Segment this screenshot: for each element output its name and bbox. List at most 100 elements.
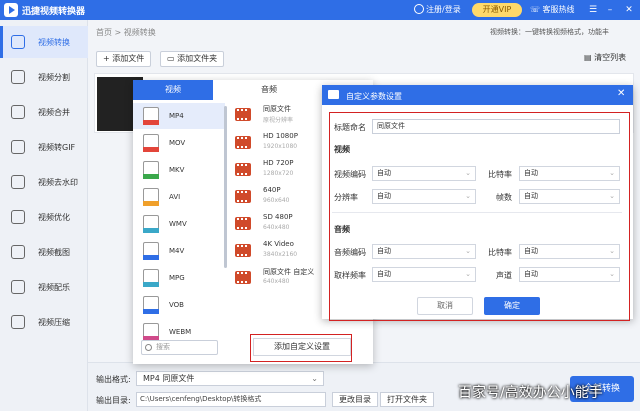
format-item-vob[interactable]: VOB <box>133 292 225 318</box>
format-search-input[interactable]: 搜索 <box>141 340 218 355</box>
output-dir-label: 输出目录: <box>96 396 131 405</box>
close-icon[interactable]: ✕ <box>617 89 625 99</box>
sidebar-item-label: 视频转GIF <box>38 143 76 152</box>
film-icon <box>235 190 251 203</box>
user-icon <box>414 4 424 14</box>
folder-icon: ▭ <box>167 54 178 63</box>
dialog-title: 自定义参数设置 <box>346 92 402 101</box>
file-format-icon <box>143 296 159 314</box>
quality-resolution: 640x480 <box>263 224 290 231</box>
close-icon[interactable]: ✕ <box>622 3 636 17</box>
add-file-button[interactable]: + 添加文件 <box>96 51 152 67</box>
clear-list-label: 清空列表 <box>594 53 627 62</box>
screenshot-icon <box>11 245 25 259</box>
file-format-icon <box>143 269 159 287</box>
breadcrumb-current: 视频转换 <box>123 28 156 37</box>
watermark-icon <box>11 175 25 189</box>
customer-service[interactable]: ☏ 客服热线 <box>530 4 575 15</box>
quality-name: SD 480P <box>263 213 293 221</box>
sidebar-item-screenshot[interactable]: 视频截图 <box>0 236 88 268</box>
format-name: WEBM <box>169 328 192 336</box>
tab-video[interactable]: 视频 <box>133 80 213 100</box>
dialog-header: 自定义参数设置 ✕ <box>322 85 633 105</box>
quality-name: HD 720P <box>263 159 294 167</box>
sidebar-item-merge[interactable]: 视频合并 <box>0 96 88 128</box>
quality-name: 4K Video <box>263 240 294 248</box>
output-dir-field[interactable]: C:\Users\cenfeng\Desktop\转换格式 <box>136 392 326 407</box>
file-format-icon <box>143 242 159 260</box>
output-format-select[interactable]: MP4 同原文件 ⌄ <box>136 371 324 386</box>
file-format-icon <box>143 215 159 233</box>
open-folder-button[interactable]: 打开文件夹 <box>380 392 434 407</box>
breadcrumb-home[interactable]: 首页 <box>96 28 112 37</box>
gif-icon <box>11 140 25 154</box>
format-item-m4v[interactable]: M4V <box>133 238 225 264</box>
app-logo-icon <box>4 3 18 17</box>
quality-resolution: 640x480 <box>263 278 290 285</box>
sidebar-item-label: 视频分割 <box>38 73 70 82</box>
clear-list-button[interactable]: ▤ 清空列表 <box>584 52 626 63</box>
login-link[interactable]: 注册/登录 <box>426 4 461 15</box>
sidebar-item-compress[interactable]: 视频压缩 <box>0 306 88 338</box>
format-item-mpg[interactable]: MPG <box>133 265 225 291</box>
format-item-avi[interactable]: AVI <box>133 184 225 210</box>
format-name: MOV <box>169 139 186 147</box>
sidebar-item-label: 视频配乐 <box>38 283 70 292</box>
sidebar-item-watermark[interactable]: 视频去水印 <box>0 166 88 198</box>
film-icon <box>235 271 251 284</box>
trash-icon: ▤ <box>584 53 595 62</box>
format-list-scrollbar[interactable] <box>224 106 227 268</box>
sidebar-item-music[interactable]: 视频配乐 <box>0 271 88 303</box>
breadcrumb: 首页 > 视频转换 <box>96 27 156 38</box>
format-item-mp4[interactable]: MP4 <box>133 103 225 129</box>
format-item-wmv[interactable]: WMV <box>133 211 225 237</box>
film-icon <box>235 244 251 257</box>
format-name: MP4 <box>169 112 184 120</box>
file-format-icon <box>143 188 159 206</box>
output-format-value: MP4 同原文件 <box>143 374 195 383</box>
file-format-icon <box>143 161 159 179</box>
quality-resolution: 1920x1080 <box>263 143 298 150</box>
format-list: MP4 MOV MKV AVI WMV M4V MPG VOB WEBM <box>133 100 225 364</box>
format-name: WMV <box>169 220 187 228</box>
sidebar-item-split[interactable]: 视频分割 <box>0 61 88 93</box>
film-icon <box>235 108 251 121</box>
quality-resolution: 3840x2160 <box>263 251 298 258</box>
breadcrumb-separator: > <box>112 28 124 37</box>
watermark-text: 百家号/高效办公小能手 <box>458 385 603 401</box>
app-title: 迅捷视频转换器 <box>22 7 86 17</box>
format-item-mkv[interactable]: MKV <box>133 157 225 183</box>
format-item-mov[interactable]: MOV <box>133 130 225 156</box>
film-icon <box>235 163 251 176</box>
sidebar-item-video-convert[interactable]: 视频转换 <box>0 26 88 58</box>
service-label: 客服热线 <box>542 5 575 14</box>
vip-button[interactable]: 开通VIP <box>472 3 522 17</box>
quality-resolution: 960x640 <box>263 197 290 204</box>
sidebar-item-optimize[interactable]: 视频优化 <box>0 201 88 233</box>
video-convert-icon <box>11 35 25 49</box>
sidebar-item-label: 视频压缩 <box>38 318 70 327</box>
sidebar-item-label: 视频合并 <box>38 108 70 117</box>
tab-audio[interactable]: 音频 <box>229 80 309 100</box>
sidebar: 视频转换 视频分割 视频合并 视频转GIF 视频去水印 视频优化 视频截图 视频… <box>0 20 88 411</box>
merge-icon <box>11 105 25 119</box>
music-icon <box>11 280 25 294</box>
page-description: 视频转换：一键转换视频格式，功能丰 <box>490 28 609 36</box>
split-icon <box>11 70 25 84</box>
quality-name: 同原文件 自定义 <box>263 268 315 276</box>
quality-name: HD 1080P <box>263 132 298 140</box>
add-folder-button[interactable]: ▭ 添加文件夹 <box>160 51 225 67</box>
sidebar-item-label: 视频去水印 <box>38 178 78 187</box>
menu-icon[interactable]: ☰ <box>586 3 600 17</box>
headset-icon: ☏ <box>530 5 543 14</box>
file-format-icon <box>143 134 159 152</box>
sidebar-item-gif[interactable]: 视频转GIF <box>0 131 88 163</box>
film-icon <box>235 136 251 149</box>
highlight-box <box>250 334 352 362</box>
format-name: MPG <box>169 274 185 282</box>
change-dir-button[interactable]: 更改目录 <box>332 392 378 407</box>
optimize-icon <box>11 210 25 224</box>
minimize-icon[interactable]: – <box>603 3 617 17</box>
file-format-icon <box>143 323 159 341</box>
film-icon <box>235 217 251 230</box>
